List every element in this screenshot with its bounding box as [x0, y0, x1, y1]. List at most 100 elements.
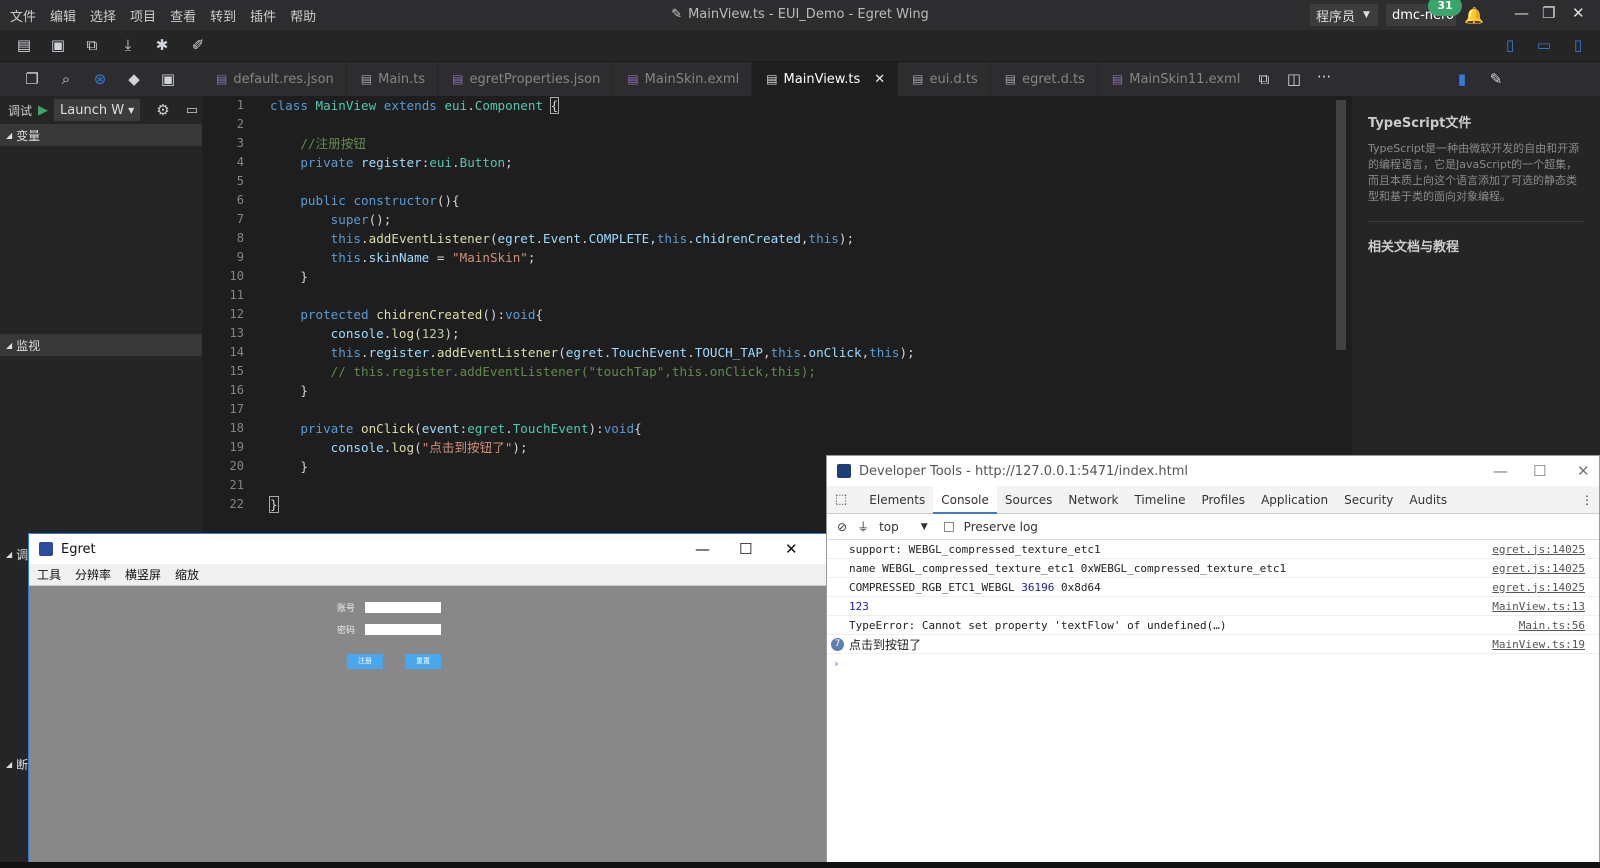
password-input[interactable] — [365, 624, 441, 635]
account-input[interactable] — [365, 602, 441, 613]
code-line[interactable]: // this.register.addEventListener("touch… — [270, 362, 915, 381]
code-line[interactable]: } — [270, 457, 915, 476]
minimize-icon[interactable]: — — [1514, 4, 1529, 22]
layout-bottom-icon[interactable]: ▭ — [1534, 36, 1554, 54]
menu-edit[interactable]: 编辑 — [50, 6, 76, 25]
menu-tools[interactable]: 工具 — [37, 566, 61, 583]
code-line[interactable]: this.skinName = "MainSkin"; — [270, 248, 915, 267]
log-source-link[interactable]: egret.js:14025 — [1492, 581, 1599, 594]
code-line[interactable]: } — [270, 267, 915, 286]
code-line[interactable]: //注册按钮 — [270, 134, 915, 153]
menu-orientation[interactable]: 横竖屏 — [125, 566, 161, 583]
code-line[interactable]: } — [269, 495, 915, 514]
close-icon[interactable]: ✕ — [1572, 4, 1585, 22]
maximize-icon[interactable]: ☐ — [739, 540, 752, 558]
code-line[interactable]: super(); — [270, 210, 915, 229]
log-source-link[interactable]: egret.js:14025 — [1492, 562, 1599, 575]
code-line[interactable]: class MainView extends eui.Component { — [270, 96, 915, 115]
watch-section-header[interactable]: ◢ 监视 — [0, 334, 202, 356]
code-line[interactable]: } — [270, 381, 915, 400]
menu-resolution[interactable]: 分辨率 — [75, 566, 111, 583]
role-select[interactable]: 程序员 ▼ — [1310, 4, 1378, 26]
close-tab-icon[interactable]: ✕ — [874, 72, 885, 87]
close-icon[interactable]: ✕ — [785, 540, 798, 558]
debug-view-icon[interactable]: ⊛ — [90, 70, 110, 88]
editor-scrollbar-thumb[interactable] — [1336, 100, 1346, 350]
log-source-link[interactable]: MainView.ts:19 — [1492, 638, 1599, 651]
tab-main-ts[interactable]: ▤ Main.ts — [347, 62, 439, 96]
menu-project[interactable]: 项目 — [130, 6, 156, 25]
tab-network[interactable]: Network — [1060, 486, 1126, 514]
notification-badge[interactable]: 31 — [1428, 0, 1462, 16]
tab-security[interactable]: Security — [1336, 486, 1401, 514]
reset-button[interactable]: 重置 — [405, 654, 441, 669]
gear-icon[interactable]: ⚙ — [156, 101, 169, 119]
tab-mainskin-exml[interactable]: ▤ MainSkin.exml — [613, 62, 753, 96]
menu-select[interactable]: 选择 — [90, 6, 116, 25]
tab-eui-d-ts[interactable]: ▤ eui.d.ts — [898, 62, 991, 96]
code-line[interactable]: protected chidrenCreated():void{ — [270, 305, 915, 324]
code-line[interactable]: console.log("点击到按钮了"); — [270, 438, 915, 457]
chevron-down-icon[interactable]: ▼ — [921, 522, 928, 532]
tab-profiles[interactable]: Profiles — [1193, 486, 1253, 514]
code-line[interactable]: public constructor(){ — [270, 191, 915, 210]
maximize-icon[interactable]: ☐ — [1533, 462, 1546, 480]
code-lines[interactable]: class MainView extends eui.Component { /… — [269, 96, 915, 514]
restore-icon[interactable]: ❐ — [1542, 4, 1555, 22]
menu-help[interactable]: 帮助 — [290, 6, 316, 25]
feather-icon[interactable]: ✎ — [1486, 70, 1506, 88]
console-prompt[interactable]: › — [827, 654, 1599, 673]
brush-icon[interactable]: ✐ — [188, 36, 208, 54]
log-source-link[interactable]: egret.js:14025 — [1492, 543, 1599, 556]
docs-icon[interactable]: ▮ — [1452, 70, 1472, 88]
code-line[interactable] — [270, 172, 915, 191]
clear-console-icon[interactable]: ⊘ — [837, 520, 847, 534]
new-project-icon[interactable]: ▤ — [14, 36, 34, 54]
minimize-icon[interactable]: — — [695, 540, 710, 558]
launch-config-select[interactable]: Launch W ▼ — [54, 99, 141, 121]
split-editor-icon[interactable]: ◫ — [1284, 70, 1304, 88]
menu-zoom[interactable]: 缩放 — [175, 566, 199, 583]
open-changes-icon[interactable]: ⧉ — [1254, 70, 1274, 88]
close-icon[interactable]: ✕ — [1577, 462, 1590, 480]
variables-section-header[interactable]: ◢ 变量 — [0, 124, 202, 146]
code-line[interactable] — [270, 286, 915, 305]
context-select[interactable]: top — [879, 520, 899, 534]
debug-icon[interactable]: ✱ — [152, 36, 172, 54]
extensions-icon[interactable]: ▣ — [158, 70, 178, 88]
save-icon[interactable]: ▣ — [48, 36, 68, 54]
tab-application[interactable]: Application — [1253, 486, 1336, 514]
publish-icon[interactable]: ⤓ — [118, 36, 138, 54]
code-line[interactable] — [270, 115, 915, 134]
log-source-link[interactable]: MainView.ts:13 — [1492, 600, 1599, 613]
preserve-log-checkbox[interactable] — [943, 521, 954, 532]
tab-default-res-json[interactable]: ▤ default.res.json — [202, 62, 347, 96]
menu-file[interactable]: 文件 — [10, 6, 36, 25]
code-line[interactable]: this.register.addEventListener(egret.Tou… — [270, 343, 915, 362]
tab-console[interactable]: Console — [933, 485, 997, 514]
explorer-icon[interactable]: ❐ — [22, 70, 42, 88]
inspect-icon[interactable]: ⬚ — [835, 492, 847, 507]
menu-goto[interactable]: 转到 — [210, 6, 236, 25]
docs-link[interactable]: 相关文档与教程 — [1368, 236, 1584, 255]
menu-plugins[interactable]: 插件 — [250, 6, 276, 25]
code-line[interactable]: console.log(123); — [270, 324, 915, 343]
search-icon[interactable]: ⌕ — [56, 70, 76, 88]
log-source-link[interactable]: Main.ts:56 — [1519, 619, 1599, 632]
kebab-menu-icon[interactable]: ⋮ — [1581, 493, 1593, 507]
play-icon[interactable]: ▶ — [38, 103, 48, 118]
more-icon[interactable]: ··· — [1314, 68, 1334, 86]
code-line[interactable] — [270, 476, 915, 495]
tab-elements[interactable]: Elements — [861, 486, 933, 514]
git-icon[interactable]: ◆ — [124, 70, 144, 88]
tab-mainskin11-exml[interactable]: ▤ MainSkin11.exml — [1098, 62, 1254, 96]
code-line[interactable]: private onClick(event:egret.TouchEvent):… — [270, 419, 915, 438]
menu-view[interactable]: 查看 — [170, 6, 196, 25]
layout-right-icon[interactable]: ▯ — [1568, 36, 1588, 54]
tab-audits[interactable]: Audits — [1401, 486, 1455, 514]
tab-timeline[interactable]: Timeline — [1126, 486, 1193, 514]
bell-icon[interactable]: 🔔 — [1464, 6, 1484, 25]
tab-mainview-ts[interactable]: ▤ MainView.ts ✕ — [752, 62, 899, 96]
layout-left-icon[interactable]: ▯ — [1500, 36, 1520, 54]
tab-egretproperties-json[interactable]: ▤ egretProperties.json — [438, 62, 614, 96]
